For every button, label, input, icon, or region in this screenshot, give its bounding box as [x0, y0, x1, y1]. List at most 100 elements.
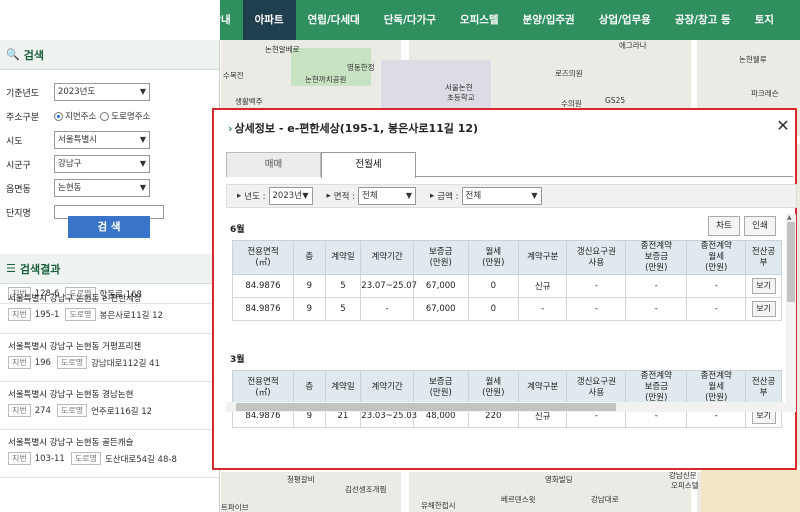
chevron-down-icon: ▼ [139, 135, 146, 144]
list-item[interactable]: 서울특별시 강남구 논현동 경남논현 지번 274 도로명 언주로116길 12 [0, 382, 219, 430]
table-cell: 보기 [745, 274, 782, 298]
map-label: 영동한정 [347, 63, 375, 72]
tab-lease[interactable]: 전월세 [321, 152, 416, 178]
results-panel-header: ☰ 검색결과 [0, 254, 219, 284]
addr-type-label: 주소구분 [6, 112, 40, 123]
year-select[interactable]: 2023년도 ▼ [54, 83, 150, 101]
table-header-row: 전용면적 (㎡) 층 계약일 계약기간 보증금 (만원) 월세 (만원) 계약구분 갱신요구권 사용 종… [232, 370, 782, 405]
filter-amount-label: 금액 : [437, 192, 459, 202]
scroll-thumb[interactable] [236, 403, 616, 411]
complex-label: 단지명 [6, 208, 31, 219]
filter-year-select[interactable]: 2023년 ▼ [268, 187, 313, 205]
print-button[interactable]: 인쇄 [744, 216, 776, 236]
column-header: 보증금 (만원) [412, 370, 469, 405]
tab-bar: 매매 전월세 [226, 152, 793, 178]
vertical-scrollbar[interactable]: ▲ [786, 214, 796, 402]
column-header: 전용면적 (㎡) [232, 370, 294, 405]
table-cell: - [686, 274, 747, 298]
search-panel-title: 검색 [23, 48, 44, 62]
dong-select[interactable]: 논현동 ▼ [54, 179, 150, 197]
table-header-row: 전용면적 (㎡) 층 계약일 계약기간 보증금 (만원) 월세 (만원) 계약구분 갱신요구권 사용 종… [232, 240, 782, 275]
bullet-icon: ▸ [326, 191, 331, 201]
tab-sale[interactable]: 매매 [226, 152, 321, 177]
filter-amount-value: 전체 [465, 191, 482, 201]
nav-item[interactable]: 분양/입주권 [511, 0, 587, 40]
nav-item[interactable]: 연립/다세대 [296, 0, 372, 40]
transaction-table: 전용면적 (㎡) 층 계약일 계약기간 보증금 (만원) 월세 (만원) 계약구분 갱신요구권 사용 종… [232, 240, 782, 321]
table-cell: 23.07~25.07 [360, 274, 417, 298]
filter-area-select[interactable]: 전체 ▼ [358, 187, 416, 205]
jibun-tag: 지번 [8, 404, 31, 417]
bullet-icon: ▸ [430, 191, 435, 201]
table-cell: 67,000 [412, 274, 469, 298]
list-item[interactable]: 서울특별시 강남구 논현동 골든캐슬 지번 103-11 도로명 도산대로54길 48-… [0, 430, 219, 478]
map-label: 베르덴스윗 [501, 495, 536, 504]
chevron-right-icon: › [228, 122, 233, 135]
radio-road[interactable]: 도로명주소 [100, 110, 150, 122]
column-header: 계약구분 [518, 370, 568, 405]
search-icon: 🔍 [6, 48, 20, 61]
jibun-value: 195-1 [34, 309, 60, 320]
map-label: 파크레슨 [751, 89, 779, 98]
sido-label: 시도 [6, 136, 23, 147]
table-cell: 5 [324, 297, 362, 321]
list-item[interactable]: 서울특별시 강남구 논현동 거평프리젠 지번 196 도로명 강남대로112길 41 [0, 334, 219, 382]
scroll-thumb[interactable] [787, 222, 795, 302]
table-cell: 9 [293, 274, 326, 298]
nav-item[interactable]: 아파트 [242, 0, 296, 40]
list-item[interactable]: 서울특별시 강남구 논현동 e-편한세상 지번 195-1 도로명 봉은사로11길 12 [0, 286, 219, 334]
filter-area-value: 전체 [362, 191, 378, 201]
dong-label: 읍면동 [6, 184, 31, 195]
nav-item[interactable]: 공개안내 [180, 0, 243, 40]
table-row: 84.9876 9 5-67,000 0- - - - 보기 [232, 297, 782, 321]
nav-item[interactable]: 단독/다가구 [372, 0, 448, 40]
column-header: 종전계약 보증금 (만원) [625, 370, 688, 405]
map-label: 강남대로 [591, 495, 619, 504]
nav-item[interactable]: 토지 [743, 0, 786, 40]
search-form: 기준년도 2023년도 ▼ 주소구분 지번주소 도로명주소 시도 서울특별시 ▼ 시… [0, 70, 219, 224]
sigungu-select[interactable]: 강남구 ▼ [54, 155, 150, 173]
result-address: 서울특별시 강남구 논현동 경남논현 [8, 390, 134, 400]
month-section: 6월 차트 인쇄 전용면적 (㎡) 층 계약일 계약기간 보증금 (만원) 월세 (만원) 계약구… [224, 214, 784, 321]
horizontal-scrollbar[interactable] [226, 402, 796, 412]
table-cell: - [518, 297, 568, 321]
nav-item[interactable]: 상업/업무용 [587, 0, 663, 40]
sido-select-value: 서울특별시 [58, 135, 98, 145]
map-label: 초등학교 [447, 93, 475, 102]
bullet-icon: ▸ [237, 191, 242, 201]
table-cell: - [625, 297, 688, 321]
view-button[interactable]: 보기 [751, 278, 776, 294]
nav-item[interactable]: 오피스텔 [448, 0, 511, 40]
search-panel-header: 🔍 검색 [0, 40, 219, 70]
chart-button[interactable]: 차트 [708, 216, 740, 236]
sigungu-label: 시군구 [6, 160, 31, 171]
filter-amount-select[interactable]: 전체 ▼ [461, 187, 542, 205]
column-header: 전용면적 (㎡) [232, 240, 294, 275]
view-button[interactable]: 보기 [751, 301, 776, 317]
scroll-up-icon: ▲ [787, 214, 792, 221]
filter-year-label: 년도 : [244, 192, 266, 202]
sigungu-select-value: 강남구 [58, 159, 82, 169]
jibun-tag: 지번 [8, 308, 31, 321]
radio-jibun[interactable]: 지번주소 [54, 110, 96, 122]
table-cell: - [566, 297, 627, 321]
jibun-value: 103-11 [34, 453, 65, 464]
search-button[interactable]: 검 색 [68, 216, 150, 238]
table-cell: - [566, 274, 627, 298]
sido-select[interactable]: 서울특별시 ▼ [54, 131, 150, 149]
close-icon[interactable]: ✕ [775, 118, 791, 134]
chevron-down-icon: ▼ [139, 159, 146, 168]
road-tag: 도로명 [56, 356, 88, 369]
table-cell: 84.9876 [232, 297, 294, 321]
map-label: 청평갈비 [287, 475, 315, 484]
transaction-table: 전용면적 (㎡) 층 계약일 계약기간 보증금 (만원) 월세 (만원) 계약구분 갱신요구권 사용 종… [232, 370, 782, 428]
nav-item[interactable]: 공장/창고 등 [663, 0, 743, 40]
map-label: 로즈의원 [555, 69, 583, 78]
results-panel-title: 검색결과 [19, 262, 61, 276]
dialog-title-wrap: › 상세정보 - e-편한세상(195-1, 봉은사로11길 12) [228, 120, 478, 136]
column-header: 월세 (만원) [467, 370, 520, 405]
column-header: 계약기간 [360, 240, 414, 275]
filter-year-value: 2023년 [272, 191, 302, 201]
month-section: 3월 전용면적 (㎡) 층 계약일 계약기간 보증금 (만원) 월세 (만원) 계약구분 갱신요구권… [224, 344, 784, 428]
top-navigation: 공개안내 아파트 연립/다세대 단독/다가구 오피스텔 분양/입주권 상업/업무용 공장/창고… [0, 0, 800, 40]
